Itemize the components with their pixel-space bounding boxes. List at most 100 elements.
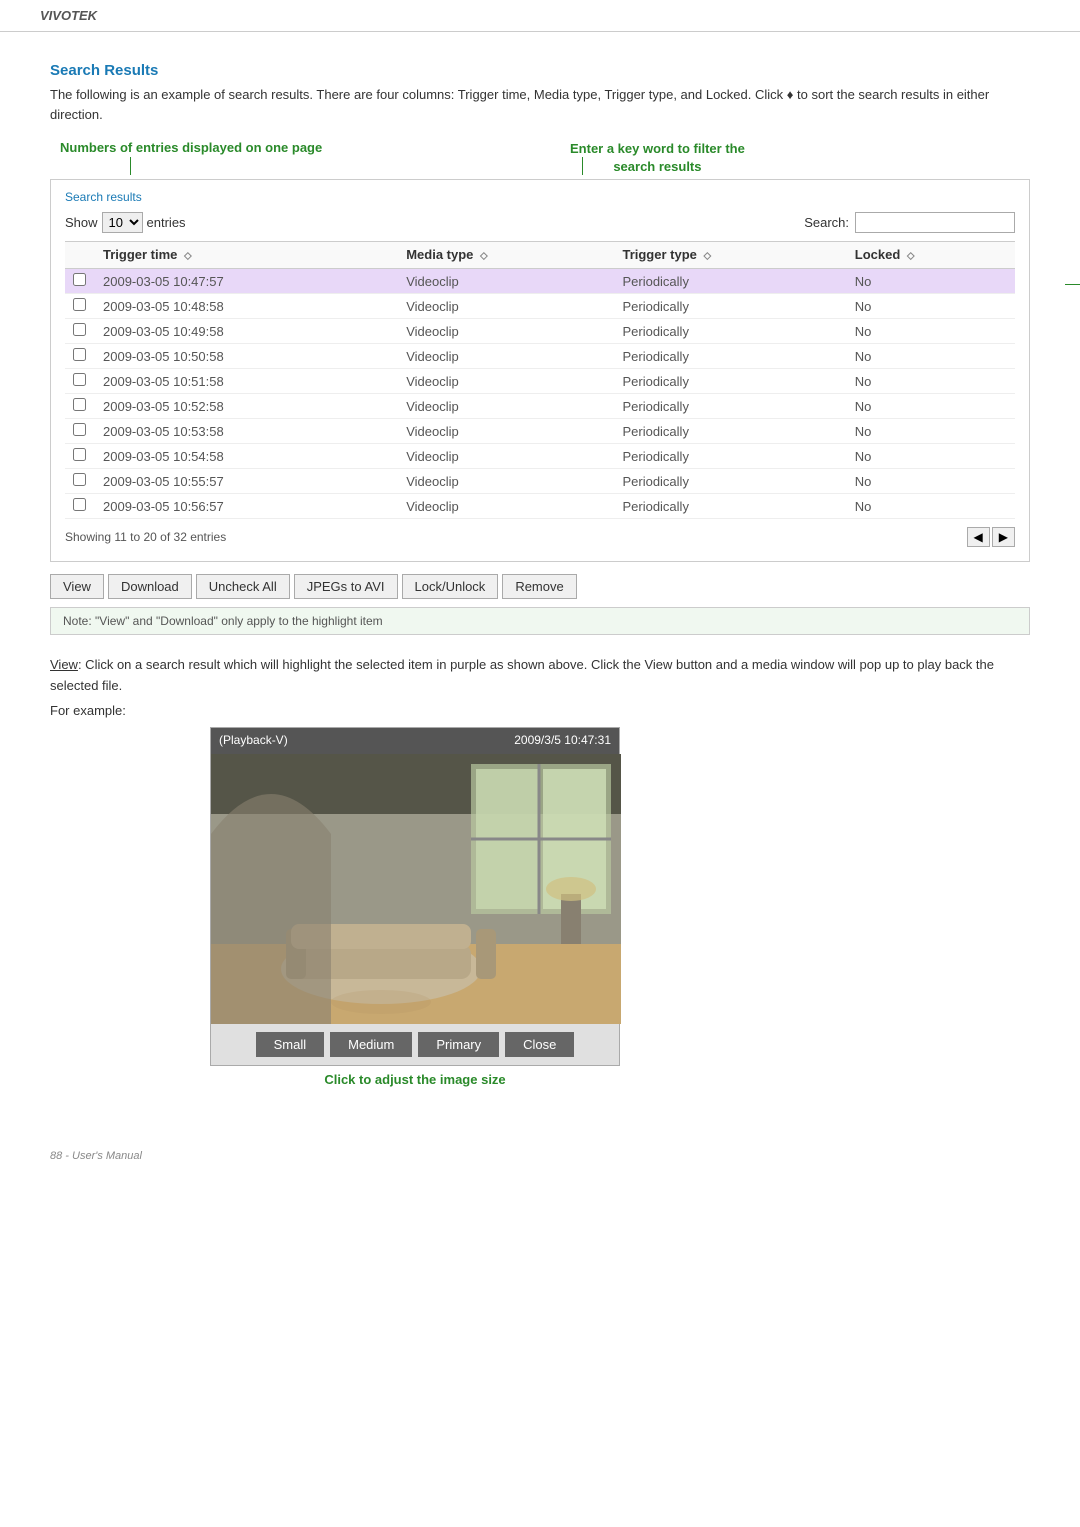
trigger-time-cell: 2009-03-05 10:54:58 [95, 444, 398, 469]
view-link[interactable]: View [50, 657, 78, 672]
trigger-time-cell: 2009-03-05 10:47:57 [95, 269, 398, 294]
intro-text: The following is an example of search re… [50, 85, 1030, 124]
table-row[interactable]: 2009-03-05 10:49:58VideoclipPeriodically… [65, 319, 1015, 344]
th-trigger-time: Trigger time ⬦ [95, 242, 398, 269]
search-label: Search: [804, 215, 849, 230]
trigger-time-cell: 2009-03-05 10:56:57 [95, 494, 398, 519]
remove-button[interactable]: Remove [502, 574, 576, 599]
section-title: Search Results [50, 62, 1030, 79]
media-type-cell: Videoclip [398, 494, 614, 519]
table-row[interactable]: 2009-03-05 10:56:57VideoclipPeriodically… [65, 494, 1015, 519]
media-type-cell: Videoclip [398, 444, 614, 469]
media-type-cell: Videoclip [398, 394, 614, 419]
trigger-type-cell: Periodically [614, 444, 846, 469]
sort-trigger-time-icon[interactable]: ⬦ [184, 250, 192, 262]
sort-media-type-icon[interactable]: ⬦ [480, 250, 488, 262]
table-row[interactable]: 2009-03-05 10:51:58VideoclipPeriodically… [65, 369, 1015, 394]
row-checkbox[interactable] [73, 298, 86, 311]
checkbox-cell [65, 444, 95, 469]
th-locked-label: Locked [855, 247, 901, 262]
search-table-container: Search results Show 10 25 50 entries Sea… [50, 179, 1030, 562]
table-outer-wrapper: Search results Show 10 25 50 entries Sea… [50, 179, 1030, 562]
view-button[interactable]: View [50, 574, 104, 599]
show-entries-control: Show 10 25 50 entries [65, 212, 186, 233]
row-checkbox[interactable] [73, 473, 86, 486]
row-checkbox[interactable] [73, 423, 86, 436]
primary-button[interactable]: Primary [418, 1032, 499, 1057]
locked-cell: No [847, 319, 1015, 344]
trigger-time-cell: 2009-03-05 10:51:58 [95, 369, 398, 394]
playback-titlebar: (Playback-V) 2009/3/5 10:47:31 [211, 728, 619, 753]
locked-cell: No [847, 494, 1015, 519]
th-trigger-time-label: Trigger time [103, 247, 177, 262]
highlight-annotation: Highlight an item [1065, 269, 1080, 299]
row-checkbox[interactable] [73, 373, 86, 386]
checkbox-cell [65, 419, 95, 444]
lock-unlock-button[interactable]: Lock/Unlock [402, 574, 499, 599]
checkbox-cell [65, 294, 95, 319]
room-svg [211, 754, 621, 1024]
row-checkbox[interactable] [73, 348, 86, 361]
row-checkbox[interactable] [73, 323, 86, 336]
entries-select[interactable]: 10 25 50 [102, 212, 143, 233]
sort-locked-icon[interactable]: ⬦ [907, 250, 915, 262]
arrow-decorations [50, 157, 1030, 175]
note-text: Note: "View" and "Download" only apply t… [63, 614, 383, 628]
locked-cell: No [847, 394, 1015, 419]
table-row[interactable]: 2009-03-05 10:55:57VideoclipPeriodically… [65, 469, 1015, 494]
row-checkbox[interactable] [73, 498, 86, 511]
view-description: View: Click on a search result which wil… [50, 655, 1030, 697]
table-header-row: Trigger time ⬦ Media type ⬦ Trigger type… [65, 242, 1015, 269]
playback-area: (Playback-V) 2009/3/5 10:47:31 [210, 727, 1030, 1065]
playback-title: (Playback-V) [219, 731, 288, 750]
annotation-row: Numbers of entries displayed on one page… [50, 140, 1030, 155]
download-button[interactable]: Download [108, 574, 192, 599]
table-row[interactable]: 2009-03-05 10:47:57VideoclipPeriodically… [65, 269, 1015, 294]
trigger-time-cell: 2009-03-05 10:55:57 [95, 469, 398, 494]
search-input[interactable] [855, 212, 1015, 233]
for-example-label: For example: [50, 701, 1030, 722]
brand-label: VIVOTEK [40, 8, 97, 23]
search-box: Search: [804, 212, 1015, 233]
locked-cell: No [847, 344, 1015, 369]
action-buttons: View Download Uncheck All JPEGs to AVI L… [50, 574, 1030, 599]
close-button[interactable]: Close [505, 1032, 574, 1057]
row-checkbox[interactable] [73, 398, 86, 411]
trigger-type-cell: Periodically [614, 344, 846, 369]
small-button[interactable]: Small [256, 1032, 325, 1057]
checkbox-cell [65, 369, 95, 394]
results-table: Trigger time ⬦ Media type ⬦ Trigger type… [65, 241, 1015, 519]
playback-timestamp: 2009/3/5 10:47:31 [514, 731, 611, 750]
pagination: ◀ ▶ [967, 527, 1015, 547]
trigger-type-cell: Periodically [614, 294, 846, 319]
table-row[interactable]: 2009-03-05 10:50:58VideoclipPeriodically… [65, 344, 1015, 369]
jpegs-to-avi-button[interactable]: JPEGs to AVI [294, 574, 398, 599]
locked-cell: No [847, 419, 1015, 444]
table-row[interactable]: 2009-03-05 10:54:58VideoclipPeriodically… [65, 444, 1015, 469]
th-media-type: Media type ⬦ [398, 242, 614, 269]
sort-trigger-type-icon[interactable]: ⬦ [704, 250, 712, 262]
show-label: Show [65, 215, 98, 230]
th-media-type-label: Media type [406, 247, 473, 262]
media-type-cell: Videoclip [398, 469, 614, 494]
table-row[interactable]: 2009-03-05 10:53:58VideoclipPeriodically… [65, 419, 1015, 444]
table-row[interactable]: 2009-03-05 10:52:58VideoclipPeriodically… [65, 394, 1015, 419]
table-footer: Showing 11 to 20 of 32 entries ◀ ▶ [65, 527, 1015, 547]
uncheck-all-button[interactable]: Uncheck All [196, 574, 290, 599]
locked-cell: No [847, 369, 1015, 394]
row-checkbox[interactable] [73, 448, 86, 461]
view-description-text: : Click on a search result which will hi… [50, 657, 994, 693]
row-checkbox[interactable] [73, 273, 86, 286]
prev-page-button[interactable]: ◀ [967, 527, 990, 547]
media-type-cell: Videoclip [398, 269, 614, 294]
table-row[interactable]: 2009-03-05 10:48:58VideoclipPeriodically… [65, 294, 1015, 319]
trigger-type-cell: Periodically [614, 394, 846, 419]
next-page-button[interactable]: ▶ [992, 527, 1015, 547]
checkbox-cell [65, 344, 95, 369]
media-type-cell: Videoclip [398, 319, 614, 344]
medium-button[interactable]: Medium [330, 1032, 412, 1057]
locked-cell: No [847, 444, 1015, 469]
checkbox-cell [65, 469, 95, 494]
playback-window: (Playback-V) 2009/3/5 10:47:31 [210, 727, 620, 1065]
entries-label: entries [147, 215, 186, 230]
